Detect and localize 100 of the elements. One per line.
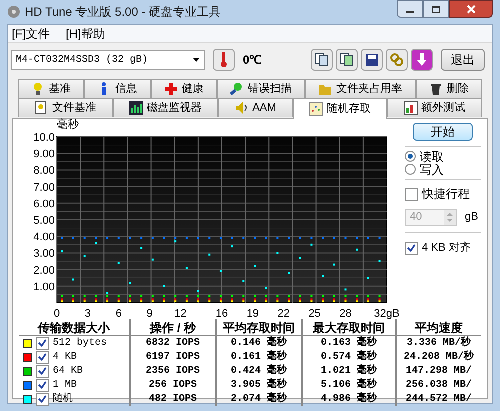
table-cell: 147.298 MB/ — [395, 364, 481, 378]
toolbar-button[interactable] — [361, 49, 383, 71]
bar-graph-icon — [128, 101, 143, 115]
radio-label: 写入 — [420, 162, 444, 178]
radio-button[interactable] — [405, 164, 416, 175]
table-cell: 2.074 毫秒 — [215, 392, 301, 406]
x-tick-label: 28 — [340, 308, 352, 319]
copy-icon — [340, 53, 354, 67]
table-cell: 0.161 毫秒 — [215, 350, 301, 364]
tab[interactable]: 健康 — [150, 79, 217, 98]
size-unit: gB — [465, 210, 478, 226]
tab[interactable]: 额外测试 — [387, 98, 482, 117]
x-tick-label: 16 — [216, 308, 228, 319]
table-cell: 3.905 毫秒 — [215, 378, 301, 392]
menu-item[interactable]: [F]文件 — [12, 24, 50, 42]
table-cell: 3.336 MB/秒 — [395, 336, 481, 350]
close-button[interactable] — [449, 0, 493, 18]
radio-button[interactable] — [405, 151, 416, 162]
table-cell: 482 IOPS — [129, 392, 215, 406]
menu-item[interactable]: [H]帮助 — [66, 24, 106, 42]
x-tick-label: 3 — [84, 308, 91, 319]
table-cell: 0.424 毫秒 — [215, 364, 301, 378]
y-tick-label: 3.00 — [34, 248, 55, 260]
copy-icon — [315, 53, 329, 67]
save-icon — [365, 53, 379, 67]
spin-arrows-icon — [444, 210, 456, 225]
column-header: 操作 / 秒 — [129, 319, 215, 336]
checkbox-label: 快捷行程 — [422, 186, 470, 203]
y-tick-label: 7.00 — [34, 182, 55, 194]
y-tick-label: 6.00 — [34, 198, 55, 210]
table-cell: 256.038 MB/ — [395, 378, 481, 392]
table-cell: 随机 — [53, 392, 73, 406]
table-cell: 5.106 毫秒 — [301, 378, 395, 392]
table-cell: 0.574 毫秒 — [301, 350, 395, 364]
toolbar-button[interactable] — [311, 49, 333, 71]
download-button[interactable] — [411, 49, 433, 71]
y-tick-label: 9.00 — [34, 148, 55, 161]
table-cell: 256 IOPS — [129, 378, 215, 392]
checkbox[interactable] — [405, 188, 418, 200]
table-cell-text: 1 MB — [53, 378, 78, 392]
row-checkbox[interactable] — [36, 350, 49, 364]
row-checkbox[interactable] — [36, 378, 49, 392]
row-checkbox[interactable] — [36, 364, 49, 378]
x-tick-label: 9 — [146, 308, 153, 319]
tab[interactable]: 删除 — [416, 79, 482, 98]
speaker-icon — [234, 101, 249, 115]
y-tick-label: 1.00 — [34, 281, 55, 294]
toolbar-button[interactable] — [336, 49, 358, 71]
x-tick-label: 22 — [278, 308, 290, 319]
table-cell: 6197 IOPS — [129, 350, 215, 364]
exit-button[interactable]: 退出 — [441, 49, 485, 71]
row-checkbox[interactable] — [36, 392, 49, 406]
checkbox-label: 4 KB 对齐 — [422, 240, 471, 256]
tab[interactable]: 文件夹占用率 — [305, 79, 416, 98]
column-header: 传输数据大小 — [19, 319, 129, 336]
close-icon — [466, 4, 476, 14]
tab[interactable]: 文件基准 — [18, 98, 113, 117]
tab[interactable]: 错误扫描 — [216, 79, 306, 98]
table-cell: 6832 IOPS — [129, 336, 215, 350]
x-tick-label: 12 — [174, 308, 187, 319]
table-cell: 244.572 MB/ — [395, 392, 481, 406]
table-cell: 0.163 毫秒 — [301, 336, 395, 350]
down-arrow-icon — [416, 53, 428, 67]
table-cell: 4.986 毫秒 — [301, 392, 395, 406]
y-tick-label: 10.0 — [34, 132, 55, 144]
thermometer-icon — [220, 52, 228, 68]
y-tick-label: 5.00 — [34, 215, 55, 227]
x-tick-label: 32gB — [374, 308, 400, 319]
table-cell: 24.208 MB/秒 — [395, 350, 481, 364]
x-tick-label: 0 — [54, 308, 60, 319]
temperature-button[interactable] — [213, 49, 235, 71]
column-header: 最大存取时间 — [301, 319, 395, 336]
x-tick-label: 25 — [308, 308, 321, 319]
x-tick-label: 19 — [246, 308, 260, 319]
tab[interactable]: 信息 — [84, 79, 151, 98]
maximize-button[interactable] — [423, 0, 449, 18]
link-icon — [390, 53, 404, 67]
tab[interactable]: 随机存取 — [292, 98, 388, 119]
table-cell: 2356 IOPS — [129, 364, 215, 378]
temperature-reading: 0℃ — [243, 52, 262, 69]
scatter-chart-icon — [309, 102, 324, 116]
table-cell-text: 512 bytes — [53, 336, 108, 350]
document-icon — [34, 101, 48, 115]
column-header: 平均速度 — [395, 319, 481, 336]
window-title: HD Tune 专业版 5.00 - 硬盘专业工具 — [25, 4, 222, 21]
start-button[interactable]: 开始 — [413, 123, 473, 141]
tab[interactable]: 基准 — [18, 79, 84, 98]
drive-select[interactable]: M4-CT032M4SSD3 (32 gB) — [11, 50, 205, 70]
tab[interactable]: AAM — [218, 98, 293, 117]
table-cell-text: 64 KB — [53, 364, 84, 378]
dropdown-caret-icon — [193, 58, 200, 62]
checkbox[interactable] — [405, 242, 418, 255]
y-tick-label: 2.00 — [34, 264, 55, 277]
y-tick-label: 8.00 — [34, 165, 55, 178]
row-checkbox[interactable] — [36, 336, 49, 350]
tab[interactable]: 磁盘监视器 — [112, 98, 218, 117]
y-tick-label: 4.00 — [34, 232, 55, 244]
trash-icon — [428, 82, 443, 96]
table-cell: 0.146 毫秒 — [215, 336, 301, 350]
minimize-button[interactable] — [397, 0, 423, 18]
